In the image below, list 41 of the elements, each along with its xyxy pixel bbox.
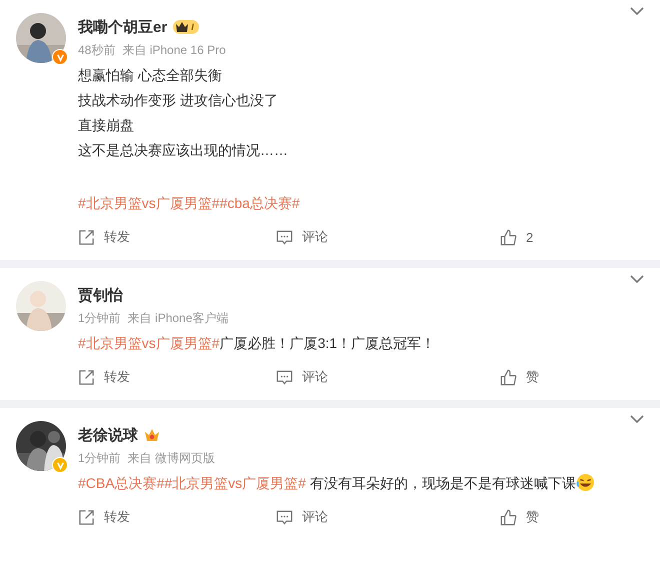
hashtag-link[interactable]: #北京男篮vs广厦男篮# (164, 475, 306, 491)
comment-icon (276, 368, 293, 386)
post-text: 这不是总决赛应该出现的情况…… (78, 142, 288, 158)
post-text: 技战术动作变形 进攻信心也没了 (78, 92, 278, 108)
share-icon (78, 368, 95, 386)
thumbs-up-icon (500, 368, 517, 386)
chevron-down-icon[interactable] (630, 7, 644, 15)
like-button[interactable]: 赞 (500, 364, 660, 390)
repost-button[interactable]: 转发 (78, 504, 272, 530)
level-badge: I (173, 20, 199, 34)
share-icon (78, 508, 95, 526)
comment-icon (276, 228, 293, 246)
thumbs-up-icon (500, 228, 517, 246)
comment-button[interactable]: 评论 (276, 224, 466, 250)
like-button[interactable]: 赞 (500, 504, 660, 530)
post-text: 想赢怕输 心态全部失衡 (78, 67, 222, 83)
post-source: 来自 微博网页版 (128, 450, 216, 467)
comment-button[interactable]: 评论 (276, 504, 466, 530)
post-text: 直接崩盘 (78, 117, 134, 133)
thumbs-up-icon (500, 508, 517, 526)
hashtag-link[interactable]: #北京男篮vs广厦男篮# (78, 335, 220, 351)
user-name[interactable]: 贾钊怡 (78, 286, 123, 304)
share-icon (78, 228, 95, 246)
post-source: 来自 iPhone 16 Pro (122, 42, 226, 59)
crown-icon (144, 428, 160, 442)
repost-button[interactable]: 转发 (78, 224, 272, 250)
hashtag-link[interactable]: #CBA总决赛# (78, 475, 164, 491)
user-name[interactable]: 我嘞个胡豆er (78, 18, 168, 36)
comment-button[interactable]: 评论 (276, 364, 466, 390)
post-text: 有没有耳朵好的，现场是不是有球迷喊下课 (308, 475, 576, 491)
post-source: 来自 iPhone客户端 (128, 310, 228, 327)
laughing-emoji-icon (576, 473, 595, 492)
repost-button[interactable]: 转发 (78, 364, 272, 390)
hashtag-link[interactable]: #北京男篮vs广厦男篮# (78, 195, 220, 211)
chevron-down-icon[interactable] (630, 415, 644, 423)
hashtag-link[interactable]: #cba总决赛# (220, 195, 300, 211)
user-name[interactable]: 老徐说球 (78, 426, 138, 444)
like-button[interactable]: 2 (500, 224, 660, 250)
chevron-down-icon[interactable] (630, 275, 644, 283)
comment-icon (276, 508, 293, 526)
post-text: 广厦必胜！广厦3:1！广厦总冠军！ (220, 335, 436, 351)
